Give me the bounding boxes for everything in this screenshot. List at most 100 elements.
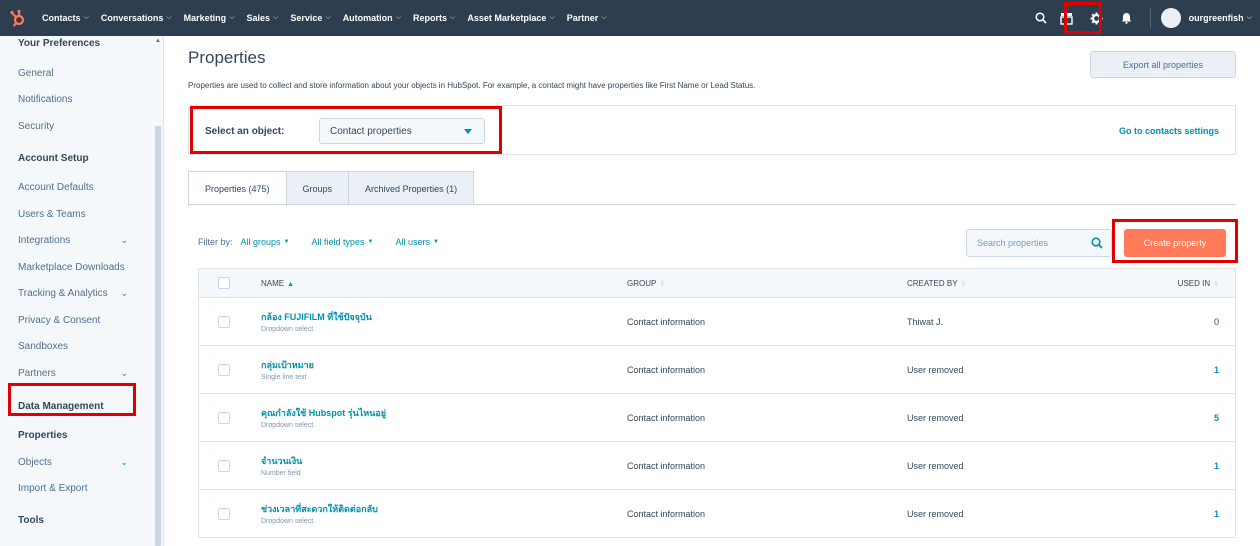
nav-asset-marketplace[interactable]: Asset Marketplace ⌵	[461, 13, 560, 23]
chevron-down-icon: ⌵	[1246, 14, 1252, 21]
nav-conversations[interactable]: Conversations ⌵	[95, 13, 178, 23]
settings-sidebar: Your Preferences General Notifications S…	[0, 36, 164, 546]
tab-archived-properties[interactable]: Archived Properties (1)	[348, 171, 475, 205]
table-row: กล้อง FUJIFILM ที่ใช้ปัจจุบัน Dropdown se…	[198, 298, 1236, 346]
property-name-link[interactable]: ช่วงเวลาที่สะดวกให้ติดต่อกลับ	[261, 502, 378, 516]
sidebar-item-privacy-consent[interactable]: Privacy & Consent	[18, 315, 128, 326]
group-cell: Contact information	[627, 508, 706, 519]
property-tabs: Properties (475) Groups Archived Propert…	[188, 171, 475, 206]
nav-partner[interactable]: Partner ⌵	[561, 13, 613, 23]
sidebar-item-general[interactable]: General	[18, 68, 128, 79]
property-type: Dropdown select	[261, 518, 314, 525]
used-in-link[interactable]: 1	[1214, 509, 1219, 519]
property-name-link[interactable]: จำนวนเงิน	[261, 454, 302, 468]
used-in-link[interactable]: 1	[1214, 461, 1219, 471]
scrollbar-thumb[interactable]	[155, 126, 161, 546]
sidebar-item-users-teams[interactable]: Users & Teams	[18, 209, 128, 220]
bell-icon[interactable]	[1114, 0, 1140, 36]
sidebar-item-objects[interactable]: Objects ⌄	[18, 457, 128, 468]
property-name-link[interactable]: กล้อง FUJIFILM ที่ใช้ปัจจุบัน	[261, 310, 372, 324]
nav-marketing[interactable]: Marketing ⌵	[178, 13, 241, 23]
sidebar-scrollbar[interactable]: ▲	[153, 36, 163, 546]
filter-label: Filter by:	[198, 237, 233, 247]
property-type: Dropdown select	[261, 422, 314, 429]
row-checkbox[interactable]	[218, 459, 230, 472]
table-row: ช่วงเวลาที่สะดวกให้ติดต่อกลับ Dropdown se…	[198, 490, 1236, 538]
nav-sales[interactable]: Sales ⌵	[241, 13, 285, 23]
scroll-up-icon[interactable]: ▲	[155, 38, 161, 44]
highlight-object-selector	[190, 106, 502, 154]
properties-table: NAME ▲ GROUP ⇕ CREATED BY ⇕ USED IN ⇕ กล้อง …	[198, 268, 1236, 538]
created-by-cell: User removed	[907, 412, 964, 423]
table-row: จำนวนเงิน Number field Contact informatio…	[198, 442, 1236, 490]
column-header-group[interactable]: GROUP ⇕	[627, 279, 665, 288]
property-name-link[interactable]: คุณกำลังใช้ Hubspot รุ่นไหนอยู่	[261, 406, 386, 420]
chevron-down-icon: ⌄	[120, 235, 128, 245]
chevron-down-icon: ⌵	[601, 14, 607, 21]
property-name-cell: กล้อง FUJIFILM ที่ใช้ปัจจุบัน Dropdown se…	[261, 310, 372, 333]
chevron-down-icon: ⌵	[450, 14, 456, 21]
highlight-settings-gear	[1064, 2, 1102, 34]
table-header: NAME ▲ GROUP ⇕ CREATED BY ⇕ USED IN ⇕	[198, 268, 1236, 298]
filter-all-groups[interactable]: All groups ▼	[241, 237, 290, 247]
sidebar-item-partners[interactable]: Partners ⌄	[18, 368, 128, 379]
export-all-properties-button[interactable]: Export all properties	[1090, 51, 1236, 78]
property-name-cell: ช่วงเวลาที่สะดวกให้ติดต่อกลับ Dropdown se…	[261, 502, 378, 525]
avatar[interactable]	[1160, 8, 1181, 28]
filter-all-users[interactable]: All users ▼	[395, 237, 438, 247]
nav-automation[interactable]: Automation ⌵	[337, 13, 407, 23]
sidebar-item-security[interactable]: Security	[18, 121, 128, 132]
sort-icon: ⇕	[659, 280, 666, 288]
sidebar-item-import-export[interactable]: Import & Export	[18, 483, 128, 494]
created-by-cell: User removed	[907, 460, 964, 471]
sidebar-item-account-defaults[interactable]: Account Defaults	[18, 182, 128, 193]
group-cell: Contact information	[627, 316, 706, 327]
sort-icon: ⇕	[960, 280, 967, 288]
column-header-created-by[interactable]: CREATED BY ⇕	[907, 279, 966, 288]
sidebar-item-marketplace-downloads[interactable]: Marketplace Downloads	[18, 262, 148, 273]
row-checkbox[interactable]	[218, 363, 230, 376]
property-name-cell: จำนวนเงิน Number field	[261, 454, 302, 477]
column-header-name[interactable]: NAME ▲	[261, 279, 294, 288]
property-type: Number field	[261, 470, 301, 477]
created-by-cell: Thiwat J.	[907, 316, 944, 327]
account-menu[interactable]: ourgreenfish ⌵	[1189, 13, 1252, 23]
chevron-down-icon: ⌄	[120, 288, 128, 298]
used-in-link[interactable]: 1	[1214, 365, 1219, 375]
go-to-contacts-settings-link[interactable]: Go to contacts settings	[1119, 126, 1219, 136]
sidebar-item-properties[interactable]: Properties	[18, 430, 128, 441]
tab-properties[interactable]: Properties (475)	[188, 171, 287, 206]
hubspot-logo-icon[interactable]	[0, 0, 36, 36]
tab-groups[interactable]: Groups	[285, 171, 350, 205]
row-checkbox[interactable]	[218, 411, 230, 424]
table-row: คุณกำลังใช้ Hubspot รุ่นไหนอยู่ Dropdown …	[198, 394, 1236, 442]
sidebar-item-sandboxes[interactable]: Sandboxes	[18, 341, 128, 352]
used-in-link[interactable]: 5	[1214, 413, 1219, 423]
row-checkbox[interactable]	[218, 315, 230, 328]
nav-contacts[interactable]: Contacts ⌵	[36, 13, 95, 23]
caret-down-icon: ▼	[433, 239, 439, 245]
chevron-down-icon: ⌵	[166, 14, 172, 21]
search-icon[interactable]	[1028, 0, 1054, 36]
property-type: Dropdown select	[261, 326, 314, 333]
property-name-link[interactable]: กลุ่มเป้าหมาย	[261, 358, 314, 372]
sidebar-item-notifications[interactable]: Notifications	[18, 94, 128, 105]
caret-down-icon: ▼	[367, 239, 374, 245]
row-checkbox[interactable]	[218, 507, 230, 520]
filter-all-field-types[interactable]: All field types ▼	[312, 237, 374, 247]
chevron-down-icon: ⌵	[273, 14, 279, 21]
section-your-preferences: Your Preferences	[18, 38, 101, 49]
sidebar-item-integrations[interactable]: Integrations ⌄	[18, 235, 128, 246]
column-header-used-in[interactable]: USED IN ⇕	[1178, 279, 1219, 288]
search-icon[interactable]	[1091, 237, 1103, 251]
select-all-checkbox[interactable]	[218, 277, 230, 289]
search-properties-input[interactable]: Search properties	[966, 229, 1112, 257]
nav-service[interactable]: Service ⌵	[284, 13, 336, 23]
main-content: Properties Properties are used to collec…	[164, 36, 1260, 546]
nav-reports[interactable]: Reports ⌵	[407, 13, 461, 23]
sidebar-item-tracking-analytics[interactable]: Tracking & Analytics ⌄	[18, 288, 128, 299]
filter-bar: Filter by: All groups ▼ All field types ▼ …	[198, 237, 453, 247]
sort-ascending-icon: ▲	[287, 280, 295, 288]
chevron-down-icon: ⌄	[120, 457, 128, 467]
table-row: กลุ่มเป้าหมาย Single line text Contact in…	[198, 346, 1236, 394]
